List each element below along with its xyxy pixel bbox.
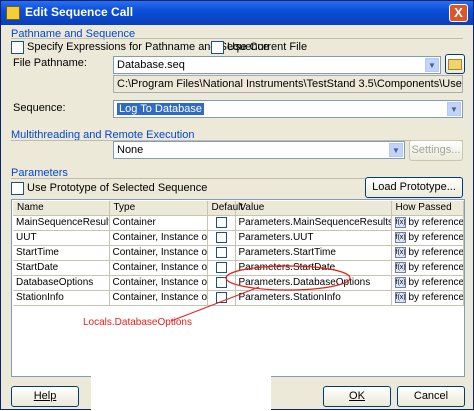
cancel-button[interactable]: Cancel [397,386,465,407]
highlight-ellipse [225,265,351,291]
ok-button[interactable]: OK [323,386,391,407]
blank-area [91,375,271,411]
help-button[interactable]: Help [11,386,79,407]
help-button-label: Help [33,390,57,402]
annotation-label: Locals.DatabaseOptions [83,317,192,328]
ok-button-label: OK [349,390,365,402]
edit-sequence-call-dialog: Edit Sequence Call X Pathname and Sequen… [0,0,474,411]
annotation-overlay [170,265,351,322]
annotation-arrow [170,286,260,322]
